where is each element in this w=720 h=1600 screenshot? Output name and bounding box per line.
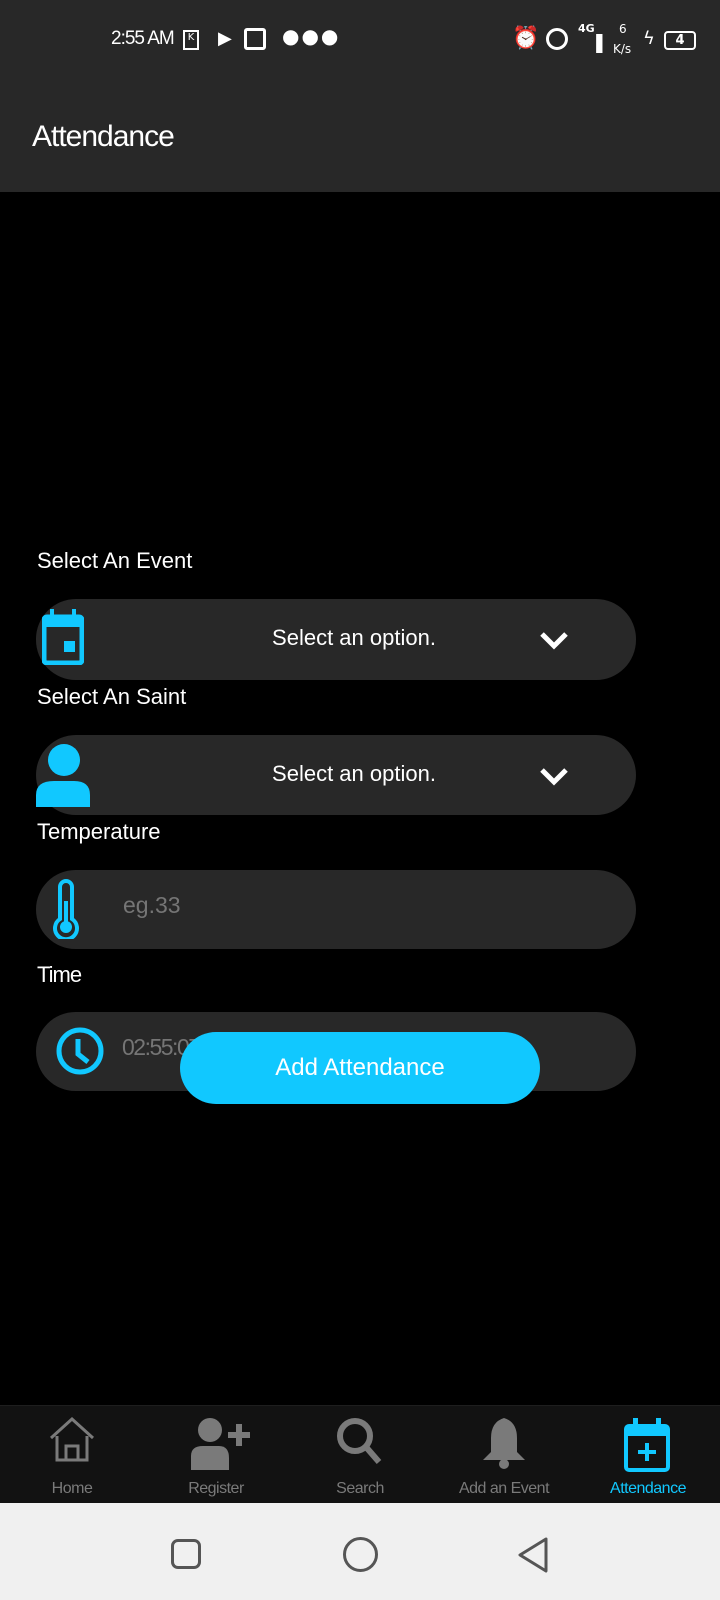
app-notification-icon: K: [183, 30, 199, 50]
alarm-icon: ⏰: [512, 26, 540, 51]
event-label: Select An Event: [37, 548, 193, 573]
more-notifications-icon: ●●●: [282, 24, 341, 48]
clock-icon: [56, 1027, 104, 1075]
back-button[interactable]: [516, 1536, 550, 1574]
status-time: 2:55 AM: [111, 28, 175, 49]
speed-unit: K/s: [613, 42, 632, 56]
saint-select[interactable]: Select an option.: [36, 735, 636, 815]
system-nav-bar: [0, 1503, 720, 1600]
hotspot-icon: [546, 28, 568, 50]
event-selected-value: Select an option.: [272, 625, 436, 650]
nav-search[interactable]: Search: [288, 1406, 432, 1504]
nav-home-label: Home: [51, 1480, 93, 1497]
nav-add-event[interactable]: Add an Event: [432, 1406, 576, 1504]
nav-home[interactable]: Home: [0, 1406, 144, 1504]
saint-selected-value: Select an option.: [272, 761, 436, 786]
news-icon: [244, 28, 266, 50]
event-select[interactable]: Select an option.: [36, 599, 636, 680]
play-icon: ▶: [218, 28, 232, 49]
charging-icon: ϟ: [643, 28, 655, 49]
nav-register[interactable]: Register: [144, 1406, 288, 1504]
bottom-nav: Home Register Search Add an Event Attend…: [0, 1405, 720, 1503]
signal-icon: ▐: [590, 34, 603, 53]
temperature-label: Temperature: [37, 819, 161, 844]
chevron-down-icon: [540, 632, 568, 650]
home-button[interactable]: [343, 1537, 378, 1572]
calendar-plus-icon: [624, 1418, 670, 1472]
page-title: Attendance: [32, 120, 175, 153]
nav-search-label: Search: [336, 1480, 384, 1497]
nav-register-label: Register: [188, 1480, 244, 1497]
add-user-icon: [191, 1418, 250, 1470]
nav-attendance-label: Attendance: [610, 1480, 686, 1497]
chevron-down-icon: [540, 768, 568, 786]
person-icon: [36, 744, 90, 807]
app-header: 2:55 AM K ▶ ●●● ⏰ 4G ▐ 6 K/s ϟ 4 Attenda…: [0, 0, 720, 192]
bell-icon: [483, 1418, 525, 1469]
home-icon: [49, 1416, 95, 1462]
add-attendance-button[interactable]: Add Attendance: [180, 1032, 540, 1104]
recents-button[interactable]: [171, 1539, 201, 1569]
speed-value: 6: [619, 22, 627, 36]
time-label: Time: [37, 962, 82, 987]
calendar-icon: [42, 609, 84, 665]
search-icon: [337, 1418, 382, 1464]
thermometer-icon: [53, 879, 79, 939]
temperature-input[interactable]: [123, 892, 603, 919]
battery-level: 4: [664, 31, 696, 50]
nav-attendance[interactable]: Attendance: [576, 1406, 720, 1504]
nav-add-event-label: Add an Event: [458, 1480, 550, 1497]
saint-label: Select An Saint: [37, 684, 187, 709]
temperature-field[interactable]: [36, 870, 636, 949]
